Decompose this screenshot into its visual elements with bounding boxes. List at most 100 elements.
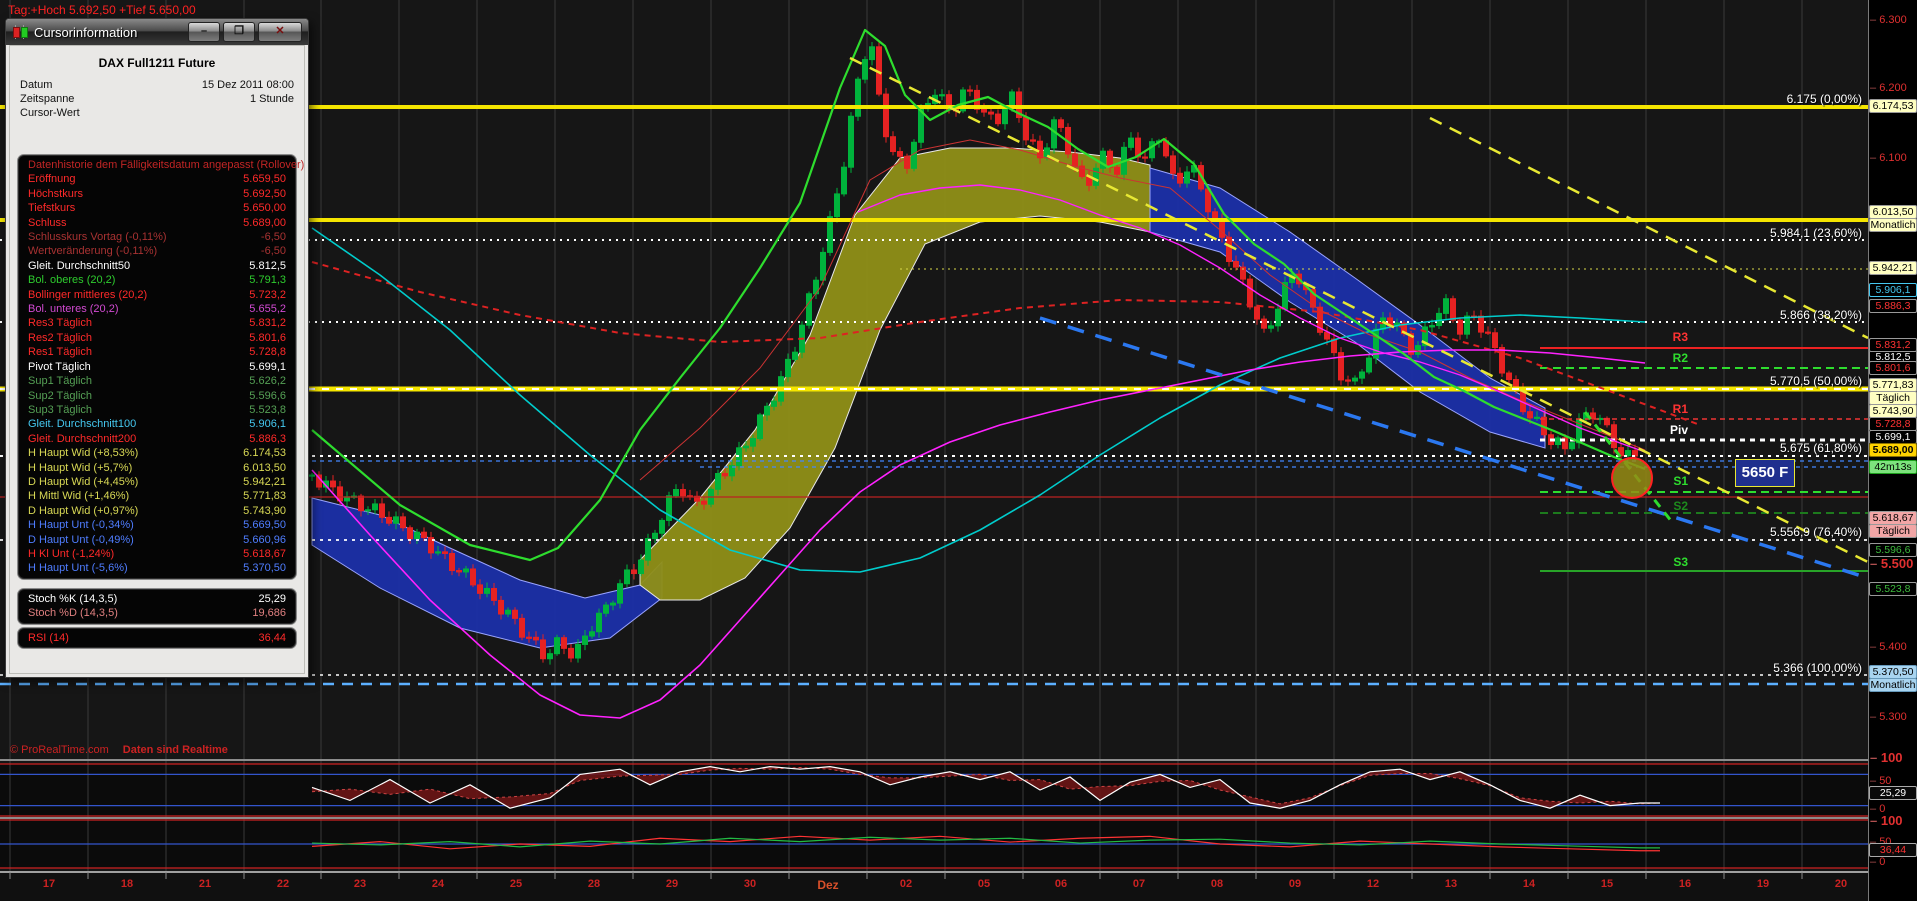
indicator-row-value: 5.596,6 [249, 389, 286, 403]
time-axis-label: 29 [666, 878, 678, 890]
indicator-row-value: 5.659,50 [243, 172, 286, 186]
info-row: Datum 15 Dez 2011 08:00 [20, 78, 294, 92]
indicator-row-label: D Haupt Wid (+0,97%) [28, 504, 138, 518]
window-titlebar[interactable]: Cursorinformation – ❐ ✕ [6, 19, 308, 45]
stoch-row-value: 25,29 [258, 592, 286, 606]
fibonacci-level-label: 5.675 (61,80%) [1780, 441, 1862, 455]
trading-app: Tag:+Hoch 5.692,50 +Tief 5.650,00 © ProR… [0, 0, 1917, 901]
pivot-level-label: R3 [1673, 330, 1688, 344]
indicator-row-value: 5.660,96 [243, 533, 286, 547]
rsi-values-box: RSI (14) 36,44 [17, 627, 297, 649]
info-row: Zeitspanne 1 Stunde [20, 92, 294, 106]
indicator-row: Datenhistorie dem Fälligkeitsdatum angep… [18, 158, 296, 172]
time-axis-label: 16 [1679, 878, 1691, 890]
time-axis-label: 17 [43, 878, 55, 890]
fibonacci-level-label: 5.556,9 (76,40%) [1770, 525, 1862, 539]
price-axis-badge: 5.728,8 [1869, 417, 1917, 431]
fibonacci-level-label: 5.366 (100,00%) [1773, 661, 1862, 675]
time-axis-label: 30 [744, 878, 756, 890]
stoch-row: Stoch %D (14,3,5) 19,686 [18, 606, 296, 620]
indicator-row-label: Schlusskurs Vortag (-0,11%) [28, 230, 167, 244]
price-axis-badge: 6.013,50 [1869, 205, 1917, 219]
time-axis-label: 02 [900, 878, 912, 890]
price-axis-badge: 5.596,6 [1869, 543, 1917, 557]
rsi-row: RSI (14) 36,44 [18, 631, 296, 645]
indicator-row: Bol. oberes (20,2) 5.791,3 [18, 273, 296, 287]
indicator-row: Bollinger mittleres (20,2) 5.723,2 [18, 288, 296, 302]
indicator-row: Sup3 Täglich 5.523,8 [18, 403, 296, 417]
time-axis-label: 20 [1835, 878, 1847, 890]
time-axis-label: 13 [1445, 878, 1457, 890]
indicator-row-label: Gleit. Durchschnitt200 [28, 432, 136, 446]
indicator-row: H Mittl Wid (+1,46%) 5.771,83 [18, 489, 296, 503]
price-axis-badge: Täglich [1869, 524, 1917, 538]
time-axis-label: 08 [1211, 878, 1223, 890]
price-axis-badge: 5.689,00 [1869, 443, 1917, 457]
pivot-level-label: S3 [1673, 555, 1688, 569]
stoch-row-value: 19,686 [252, 606, 286, 620]
indicator-row-value: 5.812,5 [249, 259, 286, 273]
indicator-row: H Haupt Unt (-5,6%) 5.370,50 [18, 561, 296, 575]
indicator-row: Gleit. Durchschnitt100 5.906,1 [18, 417, 296, 431]
indicator-row-value: -6,50 [261, 230, 286, 244]
indicator-row-label: H Haupt Wid (+8,53%) [28, 446, 138, 460]
time-axis-label: 24 [432, 878, 444, 890]
minimize-button[interactable]: – [188, 22, 220, 42]
indicator-row-label: Res1 Täglich [28, 345, 92, 359]
price-axis-badge: 5.906,1 [1869, 283, 1917, 297]
info-row-label: Zeitspanne [20, 92, 74, 106]
price-axis-badge: 36,44 [1869, 843, 1917, 857]
price-axis-badge: 6.174,53 [1869, 99, 1917, 113]
indicator-row-value: 6.174,53 [243, 446, 286, 460]
indicator-row: D Haupt Wid (+4,45%) 5.942,21 [18, 475, 296, 489]
close-button[interactable]: ✕ [258, 22, 302, 42]
indicator-row-label: H Kl Unt (-1,24%) [28, 547, 114, 561]
indicator-row-label: Datenhistorie dem Fälligkeitsdatum angep… [28, 158, 304, 172]
time-axis-label: 28 [588, 878, 600, 890]
indicator-row-value: 5.743,90 [243, 504, 286, 518]
indicator-row-value: 5.728,8 [249, 345, 286, 359]
indicator-row-label: Bol. oberes (20,2) [28, 273, 115, 287]
indicator-row: H Haupt Unt (-0,34%) 5.669,50 [18, 518, 296, 532]
time-axis-label: 23 [354, 878, 366, 890]
price-axis-badge: 5.801,6 [1869, 361, 1917, 375]
indicator-row-value: -6,50 [261, 244, 286, 258]
info-row: Cursor-Wert [20, 106, 294, 120]
fibonacci-level-label: 5.984,1 (23,60%) [1770, 226, 1862, 240]
price-axis-badge: 5.370,50 [1869, 665, 1917, 679]
indicator-row-label: H Mittl Wid (+1,46%) [28, 489, 129, 503]
indicator-row: H Kl Unt (-1,24%) 5.618,67 [18, 547, 296, 561]
price-tick-label: 5.500 [1870, 556, 1913, 571]
indicator-row-value: 5.791,3 [249, 273, 286, 287]
time-axis-label: 15 [1601, 878, 1613, 890]
indicator-row: Pivot Täglich 5.699,1 [18, 360, 296, 374]
indicator-row: Eröffnung 5.659,50 [18, 172, 296, 186]
maximize-button[interactable]: ❐ [223, 22, 255, 42]
rsi-row-label: RSI (14) [28, 631, 69, 645]
indicator-row: D Haupt Unt (-0,49%) 5.660,96 [18, 533, 296, 547]
indicator-row: Sup1 Täglich 5.626,2 [18, 374, 296, 388]
indicator-row-label: Gleit. Durchschnitt50 [28, 259, 130, 273]
pivot-level-label: Piv [1670, 423, 1688, 437]
time-axis-label: 19 [1757, 878, 1769, 890]
indicator-row-value: 5.831,2 [249, 316, 286, 330]
realtime-data-text: Daten sind Realtime [123, 744, 228, 756]
time-axis-label: 14 [1523, 878, 1535, 890]
indicator-row-label: Höchstkurs [28, 187, 83, 201]
indicator-row-value: 5.618,67 [243, 547, 286, 561]
instrument-title: DAX Full1211 Future [10, 56, 304, 70]
indicator-row-label: Pivot Täglich [28, 360, 91, 374]
price-alert-flag[interactable]: 5650 F [1735, 459, 1795, 487]
indicator-row-value: 5.655,2 [249, 302, 286, 316]
pivot-level-label: R1 [1673, 402, 1688, 416]
candlestick-icon [12, 25, 28, 39]
indicator-row-label: Tiefstkurs [28, 201, 75, 215]
indicator-row: Res3 Täglich 5.831,2 [18, 316, 296, 330]
price-axis-badge: Täglich [1869, 391, 1917, 405]
indicator-row-label: Sup3 Täglich [28, 403, 92, 417]
time-axis-label: 25 [510, 878, 522, 890]
indicator-row-value: 5.723,2 [249, 288, 286, 302]
day-high-low-readout: Tag:+Hoch 5.692,50 +Tief 5.650,00 [8, 3, 196, 17]
price-tick-label: 100 [1870, 750, 1903, 765]
price-axis-badge: 5.618,67 [1869, 511, 1917, 525]
